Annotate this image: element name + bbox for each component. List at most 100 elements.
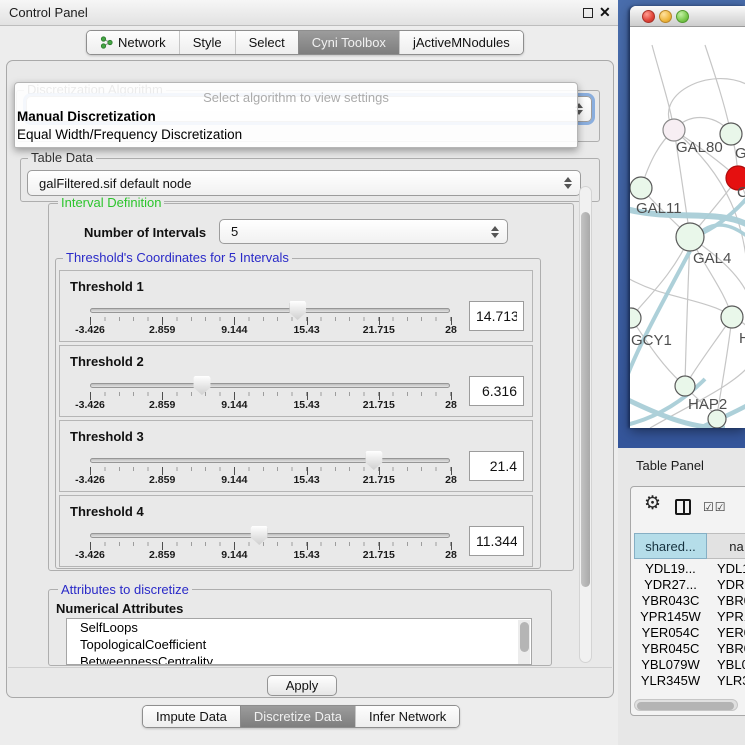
tab-cyni-toolbox-label: Cyni Toolbox — [312, 35, 386, 50]
settings-vertical-scrollbar[interactable] — [579, 186, 592, 663]
tab-cyni-toolbox[interactable]: Cyni Toolbox — [298, 31, 399, 54]
tab-select[interactable]: Select — [235, 31, 298, 54]
tick-label: 9.144 — [221, 474, 247, 486]
list-item-betweennesscentrality[interactable]: BetweennessCentrality — [67, 653, 531, 665]
column-header-shared-name[interactable]: shared... — [634, 533, 707, 559]
threshold-row-3: Threshold 3 -3.426 2.859 9.144 15.43 21.… — [59, 420, 533, 492]
column-header-name[interactable]: na — [707, 533, 745, 559]
network-node-gcy1[interactable] — [630, 308, 641, 328]
cell-name[interactable]: YBR0 — [707, 593, 745, 608]
dropdown-option-equal-width-frequency[interactable]: Equal Width/Frequency Discretization — [17, 127, 242, 142]
slider-tick-labels: -3.426 2.859 9.144 15.43 21.715 28 — [90, 399, 451, 411]
list-item-topologicalcoefficient[interactable]: TopologicalCoefficient — [67, 636, 531, 653]
cell-name[interactable]: YBL0 — [707, 657, 745, 672]
tab-infer-network[interactable]: Infer Network — [355, 706, 459, 727]
network-view-window[interactable]: GAL80 GA GAL11 C GAL4 GCY1 H HAP2 — [630, 6, 745, 428]
tab-network-label: Network — [118, 35, 166, 50]
tab-jactivemnodules[interactable]: jActiveMNodules — [399, 31, 523, 54]
threshold-1-value-field[interactable] — [469, 301, 524, 331]
number-of-intervals-combo[interactable]: 5 — [219, 219, 508, 244]
cell-name[interactable]: YBR0 — [707, 641, 745, 656]
tick-label: 2.859 — [149, 399, 175, 411]
network-node-h[interactable] — [721, 306, 743, 328]
threshold-1-slider[interactable] — [90, 308, 450, 313]
select-columns-icon[interactable]: ☑☑ — [703, 500, 727, 514]
tab-style[interactable]: Style — [179, 31, 235, 54]
slider-tick-labels: -3.426 2.859 9.144 15.43 21.715 28 — [90, 549, 451, 561]
cell-shared-name[interactable]: YDR27... — [634, 577, 707, 592]
split-columns-icon[interactable] — [675, 499, 691, 515]
cell-shared-name[interactable]: YPR145W — [634, 609, 707, 624]
cell-shared-name[interactable]: YBR045C — [634, 641, 707, 656]
minimize-window-icon[interactable] — [659, 10, 672, 23]
tab-select-label: Select — [249, 35, 285, 50]
gear-icon[interactable]: ⚙ — [644, 494, 661, 513]
network-node-hap2[interactable] — [675, 376, 695, 396]
tab-impute-data[interactable]: Impute Data — [143, 706, 240, 727]
list-vertical-scrollbar[interactable] — [518, 620, 530, 665]
cell-name[interactable]: YER0 — [707, 625, 745, 640]
threshold-3-slider[interactable] — [90, 458, 450, 463]
number-of-intervals-label: Number of Intervals — [84, 225, 206, 240]
apply-button[interactable]: Apply — [267, 675, 337, 696]
network-graph-icon — [100, 36, 113, 49]
divider — [8, 667, 612, 668]
tick-label: 28 — [445, 474, 457, 486]
node-label-gal11: GAL11 — [636, 200, 682, 217]
table-data-combo-value: galFiltered.sif default node — [39, 176, 191, 191]
table-data-combo[interactable]: galFiltered.sif default node — [27, 170, 581, 196]
cell-name[interactable]: YLR3 — [707, 673, 745, 688]
threshold-2-slider[interactable] — [90, 383, 450, 388]
threshold-2-label: Threshold 2 — [70, 354, 144, 369]
number-of-intervals-value: 5 — [231, 224, 238, 239]
stepper-icon — [491, 226, 499, 238]
zoom-window-icon[interactable] — [676, 10, 689, 23]
network-node-gal4[interactable] — [676, 223, 704, 251]
app-root: Control Panel ✕ Network Style Select Cyn… — [0, 0, 745, 745]
tick-label: -3.426 — [75, 474, 105, 486]
close-icon[interactable]: ✕ — [599, 4, 611, 21]
network-node-gal11[interactable] — [630, 177, 652, 199]
cell-shared-name[interactable]: YBL079W — [634, 657, 707, 672]
cell-shared-name[interactable]: YLR345W — [634, 673, 707, 688]
dropdown-option-manual-discretization[interactable]: Manual Discretization — [17, 109, 156, 124]
cell-name[interactable]: YDL1 — [707, 561, 745, 576]
threshold-4-slider[interactable] — [90, 533, 450, 538]
network-graph: GAL80 GA GAL11 C GAL4 GCY1 H HAP2 — [630, 27, 745, 428]
tab-style-label: Style — [193, 35, 222, 50]
threshold-2-value-field[interactable] — [469, 376, 524, 406]
table-data-group-label: Table Data — [28, 151, 96, 165]
cell-name[interactable]: YDR2 — [707, 577, 745, 592]
tick-label: 21.715 — [363, 474, 395, 486]
slider-tick-labels: -3.426 2.859 9.144 15.43 21.715 28 — [90, 324, 451, 336]
cell-shared-name[interactable]: YDL19... — [634, 561, 707, 576]
cell-name[interactable]: YPR1 — [707, 609, 745, 624]
scrollbar-thumb[interactable] — [520, 622, 529, 652]
list-item-selfloops[interactable]: SelfLoops — [67, 619, 531, 636]
close-window-icon[interactable] — [642, 10, 655, 23]
stepper-icon — [564, 177, 572, 189]
panel-title: Control Panel — [9, 5, 88, 20]
tick-label: 2.859 — [149, 324, 175, 336]
node-label-clipped-c: C — [737, 184, 745, 201]
table-panel-title: Table Panel — [636, 458, 704, 473]
attributes-group-label: Attributes to discretize — [58, 583, 192, 597]
network-nodes — [630, 119, 745, 428]
scrollbar-thumb[interactable] — [637, 702, 734, 710]
table-horizontal-scrollbar[interactable] — [634, 699, 738, 711]
tab-network[interactable]: Network — [87, 31, 179, 54]
network-node[interactable] — [720, 123, 742, 145]
threshold-4-value-field[interactable] — [469, 526, 524, 556]
control-panel-titlebar: Control Panel ✕ — [0, 0, 618, 26]
cell-shared-name[interactable]: YBR043C — [634, 593, 707, 608]
cell-shared-name[interactable]: YER054C — [634, 625, 707, 640]
scrollbar-thumb[interactable] — [581, 212, 590, 587]
float-window-icon[interactable] — [583, 8, 593, 18]
network-canvas[interactable]: GAL80 GA GAL11 C GAL4 GCY1 H HAP2 — [630, 27, 745, 428]
tick-label: -3.426 — [75, 549, 105, 561]
tab-discretize-data[interactable]: Discretize Data — [240, 706, 355, 727]
tick-label: -3.426 — [75, 324, 105, 336]
network-node-gal80[interactable] — [663, 119, 685, 141]
threshold-row-4: Threshold 4 -3.426 2.859 9.144 15.43 21.… — [59, 495, 533, 567]
threshold-3-value-field[interactable] — [469, 451, 524, 481]
